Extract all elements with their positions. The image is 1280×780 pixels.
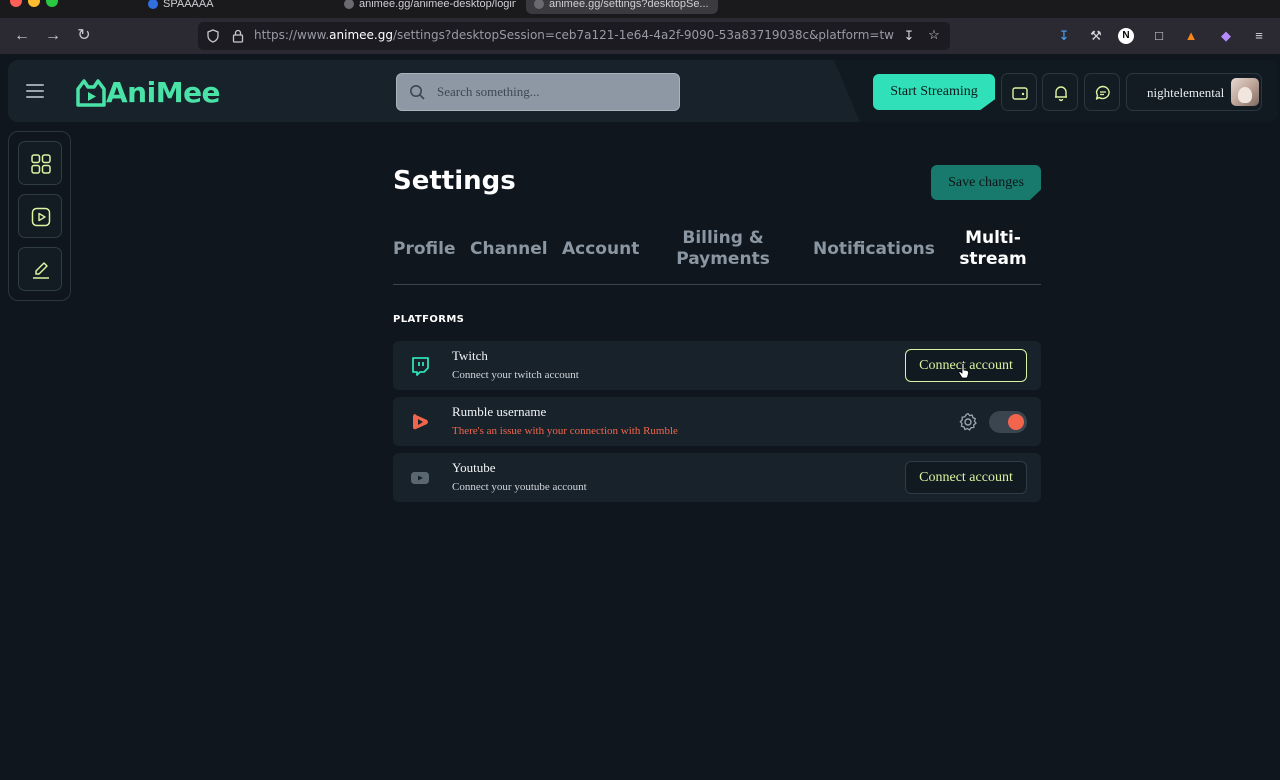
tab-label: animee.gg/animee-desktop/login	[359, 0, 516, 10]
extensions-puzzle-icon[interactable]: □	[1150, 27, 1168, 45]
grid-icon	[31, 154, 51, 174]
settings-tabs: Profile Channel Account Billing & Paymen…	[393, 228, 1041, 285]
forward-arrow-icon[interactable]: →	[43, 26, 63, 46]
tab-label: SPAAAAA	[163, 0, 214, 10]
url-prefix: https://www.	[254, 28, 330, 42]
platform-row-rumble: Rumble username There's an issue with yo…	[393, 397, 1041, 446]
toggle-knob	[1008, 414, 1024, 430]
minimize-window-button[interactable]	[28, 0, 40, 7]
play-square-icon	[31, 207, 51, 227]
logo-text: AniMee	[106, 75, 221, 109]
gear-icon[interactable]	[958, 412, 978, 432]
save-page-icon[interactable]: ↧	[900, 27, 918, 45]
tab-strip: SPAAAAA animee.gg/animee-desktop/login a…	[0, 0, 1280, 18]
rumble-icon	[413, 414, 428, 430]
platform-name: Twitch	[452, 348, 488, 363]
user-menu[interactable]: nightelemental	[1126, 73, 1262, 111]
platform-row-twitch: Twitch Connect your twitch account Conne…	[393, 341, 1041, 390]
wallet-extension-icon[interactable]: ◆	[1217, 27, 1235, 45]
sidebar-item-dashboard[interactable]	[18, 141, 62, 185]
bell-icon	[1055, 86, 1067, 102]
tab-account[interactable]: Account	[562, 239, 639, 260]
page-title: Settings	[393, 166, 516, 196]
hamburger-menu-icon[interactable]	[26, 84, 44, 98]
wallet-button[interactable]	[1001, 73, 1037, 111]
tab-favicon-icon	[148, 0, 158, 10]
browser-tab-active[interactable]: animee.gg/settings?desktopSe...	[526, 0, 718, 14]
maximize-window-button[interactable]	[46, 0, 58, 7]
hand-cursor-icon	[958, 363, 969, 379]
search-input[interactable]	[437, 74, 667, 110]
search-box[interactable]	[396, 73, 680, 111]
start-streaming-button[interactable]: Start Streaming	[873, 74, 995, 110]
platform-description: Connect your twitch account	[452, 369, 579, 381]
back-arrow-icon[interactable]: ←	[12, 26, 32, 46]
sidebar	[8, 131, 71, 301]
browser-navbar: ← → ↻ https://www.animee.gg/settings?des…	[0, 18, 1280, 54]
browser-tab[interactable]: animee.gg/animee-desktop/login	[336, 0, 516, 14]
url-host: animee.gg	[329, 28, 393, 42]
youtube-icon	[411, 472, 429, 484]
metamask-fox-icon[interactable]: ▲	[1182, 27, 1200, 45]
reload-icon[interactable]: ↻	[74, 26, 94, 46]
sidebar-item-videos[interactable]	[18, 194, 62, 238]
platform-name: Rumble username	[452, 404, 547, 419]
platform-name: Youtube	[452, 460, 496, 475]
url-path: /settings?desktopSession=ceb7a121-1e64-4…	[392, 28, 894, 42]
tab-label: animee.gg/settings?desktopSe...	[549, 0, 709, 10]
tab-billing-payments[interactable]: Billing & Payments	[673, 228, 773, 270]
wrench-icon[interactable]: ⚒	[1087, 27, 1105, 45]
tab-multi-stream[interactable]: Multi-stream	[953, 228, 1033, 270]
url-text: https://www.animee.gg/settings?desktopSe…	[254, 28, 894, 42]
connect-youtube-button[interactable]: Connect account	[905, 461, 1027, 494]
search-icon	[410, 85, 425, 100]
browser-tab[interactable]: SPAAAAA	[140, 0, 300, 14]
tab-notifications[interactable]: Notifications	[813, 239, 935, 260]
notion-extension-icon[interactable]: N	[1118, 28, 1134, 44]
platform-description: Connect your youtube account	[452, 481, 587, 493]
platforms-section-label: PLATFORMS	[393, 314, 465, 325]
avatar	[1231, 78, 1259, 106]
close-window-button[interactable]	[10, 0, 22, 7]
chat-bubble-icon	[1095, 85, 1110, 100]
rumble-toggle[interactable]	[989, 411, 1027, 433]
save-changes-button[interactable]: Save changes	[931, 165, 1041, 200]
tab-channel[interactable]: Channel	[470, 239, 548, 260]
tab-profile[interactable]: Profile	[393, 239, 455, 260]
tab-favicon-icon	[534, 0, 544, 10]
edit-pen-icon	[33, 262, 49, 279]
messages-button[interactable]	[1084, 73, 1120, 111]
window-controls	[10, 0, 58, 7]
platform-error-message: There's an issue with your connection wi…	[452, 425, 678, 437]
twitch-icon	[412, 357, 429, 376]
tab-favicon-icon	[344, 0, 354, 10]
lock-icon	[232, 29, 244, 43]
logo-mark-icon	[76, 79, 106, 107]
download-icon[interactable]: ↧	[1055, 27, 1073, 45]
notifications-button[interactable]	[1042, 73, 1078, 111]
menu-icon[interactable]: ≡	[1250, 27, 1268, 45]
bookmark-star-icon[interactable]: ☆	[925, 26, 943, 44]
animee-logo[interactable]: AniMee	[74, 72, 221, 112]
platform-row-youtube: Youtube Connect your youtube account Con…	[393, 453, 1041, 502]
address-bar[interactable]: https://www.animee.gg/settings?desktopSe…	[198, 22, 950, 50]
sidebar-item-edit[interactable]	[18, 247, 62, 291]
username: nightelemental	[1147, 85, 1225, 100]
wallet-icon	[1012, 87, 1028, 100]
shield-icon	[207, 29, 219, 43]
